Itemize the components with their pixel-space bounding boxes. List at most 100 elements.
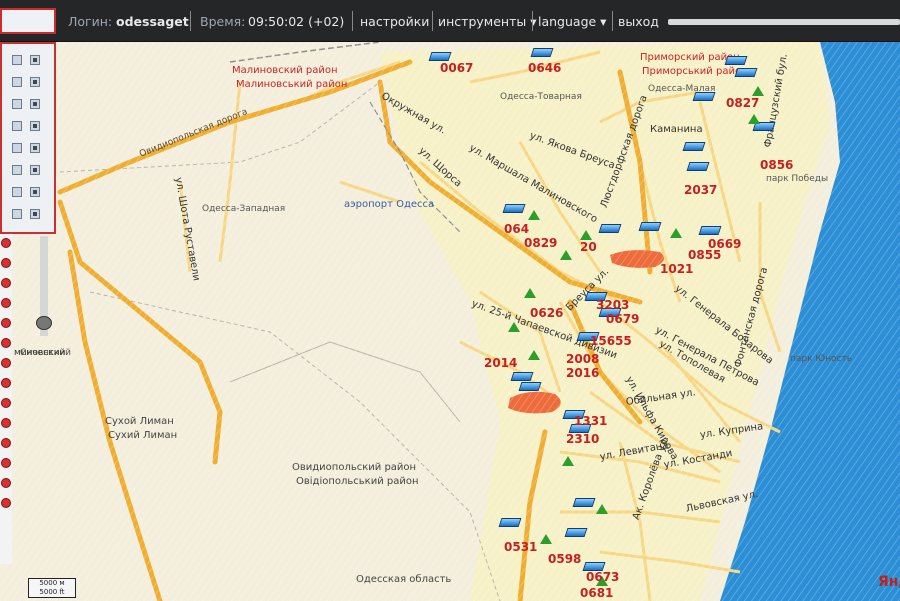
vehicle-marker[interactable] <box>510 372 534 381</box>
vehicle-number[interactable]: 20 <box>580 240 597 254</box>
alert-icon[interactable] <box>1 438 11 448</box>
layer-toggle-icon[interactable] <box>30 209 40 219</box>
vehicle-marker[interactable] <box>572 498 596 507</box>
visibility-checkbox[interactable] <box>12 121 22 131</box>
vehicle-number[interactable]: 0646 <box>528 61 561 75</box>
alert-icon[interactable] <box>1 318 11 328</box>
vehicle-number[interactable]: 1331 <box>574 414 607 428</box>
vehicle-marker[interactable] <box>564 528 588 537</box>
alert-icon[interactable] <box>1 358 11 368</box>
vehicle-number[interactable]: 0856 <box>760 158 793 172</box>
alert-icon[interactable] <box>1 478 11 488</box>
layer-toggle-icon[interactable] <box>30 55 40 65</box>
menu-settings[interactable]: настройки <box>360 14 429 29</box>
vehicle-marker[interactable] <box>518 382 542 391</box>
alert-icon[interactable] <box>1 498 11 508</box>
vehicle-number[interactable]: 0673 <box>586 570 619 584</box>
vehicle-number[interactable]: 0679 <box>606 312 639 326</box>
alert-icon[interactable] <box>1 278 11 288</box>
vehicle-marker[interactable] <box>692 92 716 101</box>
divider <box>532 11 533 31</box>
visibility-checkbox[interactable] <box>12 209 22 219</box>
vehicle-marker[interactable] <box>682 142 706 151</box>
vehicle-number[interactable]: 15655 <box>590 334 632 348</box>
visibility-checkbox[interactable] <box>12 99 22 109</box>
menu-logout[interactable]: выход <box>618 14 659 29</box>
layer-row[interactable] <box>6 184 52 200</box>
scale-bar-imperial: 5000 ft <box>39 588 65 596</box>
vehicle-number[interactable]: 0827 <box>726 96 759 110</box>
direction-arrow-icon <box>540 534 552 544</box>
alert-icon[interactable] <box>1 378 11 388</box>
vehicle-marker[interactable] <box>724 56 748 65</box>
visibility-checkbox[interactable] <box>12 55 22 65</box>
vehicle-marker[interactable] <box>502 204 526 213</box>
vehicle-number[interactable]: 0681 <box>580 586 613 600</box>
direction-arrow-icon <box>580 230 592 240</box>
layer-toggle-icon[interactable] <box>30 187 40 197</box>
visibility-checkbox[interactable] <box>12 77 22 87</box>
scale-bar-metric: 5000 м <box>39 579 65 587</box>
alert-icon[interactable] <box>1 418 11 428</box>
visibility-checkbox[interactable] <box>12 165 22 175</box>
vehicle-marker[interactable] <box>698 226 722 235</box>
layer-toggle-icon[interactable] <box>30 165 40 175</box>
layer-toggle-icon[interactable] <box>30 121 40 131</box>
visibility-checkbox[interactable] <box>12 187 22 197</box>
vehicle-number[interactable]: 2037 <box>684 183 717 197</box>
alert-icon[interactable] <box>1 258 11 268</box>
layer-row[interactable] <box>6 162 52 178</box>
district-label: Приморський район <box>642 66 748 77</box>
menu-language[interactable]: language ▾ <box>538 14 606 29</box>
vehicle-number[interactable]: 2016 <box>566 366 599 380</box>
direction-arrow-icon <box>748 114 760 124</box>
map-view[interactable]: Малиновский район Малиновський район При… <box>0 42 900 601</box>
divider <box>432 11 433 31</box>
layer-row[interactable] <box>6 96 52 112</box>
layer-row[interactable] <box>6 52 52 68</box>
vehicle-marker[interactable] <box>734 68 758 77</box>
vehicle-number[interactable]: 064 <box>504 222 529 236</box>
direction-arrow-icon <box>752 86 764 96</box>
layer-row[interactable] <box>6 74 52 90</box>
vehicle-marker[interactable] <box>428 52 452 61</box>
vehicle-number[interactable]: 0598 <box>548 552 581 566</box>
layer-row[interactable] <box>6 206 52 222</box>
vehicle-number[interactable]: 0855 <box>688 248 721 262</box>
vehicle-number[interactable]: 0067 <box>440 61 473 75</box>
vehicle-marker[interactable] <box>638 222 662 231</box>
direction-arrow-icon <box>596 504 608 514</box>
alert-icon[interactable] <box>1 298 11 308</box>
vehicle-marker[interactable] <box>530 48 554 57</box>
alert-icon[interactable] <box>1 398 11 408</box>
vehicle-number[interactable]: 2014 <box>484 356 517 370</box>
vehicle-number[interactable]: 0829 <box>524 236 557 250</box>
menu-tools[interactable]: инструменты ▾ <box>438 14 536 29</box>
zoom-slider-handle[interactable] <box>36 316 52 330</box>
alert-icon[interactable] <box>1 458 11 468</box>
vehicle-marker[interactable] <box>498 518 522 527</box>
alert-icon[interactable] <box>1 238 11 248</box>
vehicle-number[interactable]: 1021 <box>660 262 693 276</box>
layer-toggle-icon[interactable] <box>30 143 40 153</box>
vehicle-number[interactable]: 2008 <box>566 352 599 366</box>
divider <box>352 11 353 31</box>
vehicle-number[interactable]: 3203 <box>596 298 629 312</box>
visibility-checkbox[interactable] <box>12 143 22 153</box>
layer-toggle-icon[interactable] <box>30 99 40 109</box>
district-label: Малиновский район <box>232 65 338 76</box>
search-input[interactable] <box>0 8 56 34</box>
vehicle-number[interactable]: 2310 <box>566 432 599 446</box>
vehicle-number[interactable]: 0531 <box>504 540 537 554</box>
time-label: Время: <box>200 14 246 29</box>
login-label: Логин: <box>68 14 113 29</box>
layer-toggle-icon[interactable] <box>30 77 40 87</box>
direction-arrow-icon <box>562 456 574 466</box>
layer-row[interactable] <box>6 118 52 134</box>
vehicle-marker[interactable] <box>686 162 710 171</box>
layer-row[interactable] <box>6 140 52 156</box>
alert-icon[interactable] <box>1 338 11 348</box>
district-label: Малиновський район <box>236 79 348 90</box>
vehicle-marker[interactable] <box>598 224 622 233</box>
vehicle-number[interactable]: 0626 <box>530 306 563 320</box>
